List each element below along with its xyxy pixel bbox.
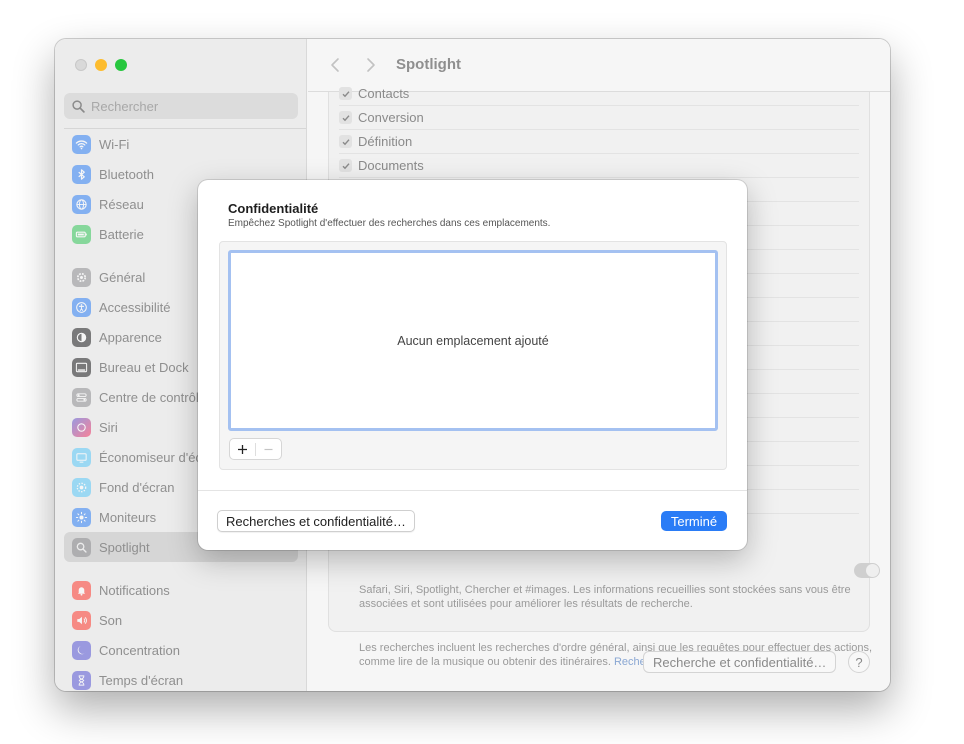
category-label: Documents bbox=[358, 158, 424, 173]
wallpaper-icon bbox=[72, 477, 91, 497]
dock-icon bbox=[72, 357, 91, 377]
close-window-button[interactable] bbox=[75, 59, 87, 71]
sidebar-item-label: Apparence bbox=[99, 329, 162, 345]
help-button[interactable]: ? bbox=[848, 651, 870, 673]
sidebar-item-label: Bluetooth bbox=[99, 166, 154, 182]
sidebar-item-label: Siri bbox=[99, 419, 118, 435]
empty-list-message: Aucun emplacement ajouté bbox=[397, 333, 549, 348]
siri-icon bbox=[72, 417, 91, 437]
add-location-button[interactable] bbox=[230, 439, 255, 459]
speaker-icon bbox=[72, 610, 91, 630]
screensaver-icon bbox=[72, 447, 91, 467]
suggestions-toggle[interactable] bbox=[854, 563, 880, 578]
checkbox-checked[interactable] bbox=[339, 159, 352, 172]
search-privacy-dialog-button[interactable]: Recherches et confidentialité… bbox=[217, 510, 415, 532]
sidebar-item-focus[interactable]: Concentration bbox=[64, 635, 298, 665]
zoom-window-button[interactable] bbox=[115, 59, 127, 71]
bell-icon bbox=[72, 580, 91, 600]
sidebar-item-label: Général bbox=[99, 269, 146, 285]
hourglass-icon bbox=[72, 670, 91, 690]
sidebar-item-label: Accessibilité bbox=[99, 299, 171, 315]
remove-location-button[interactable] bbox=[256, 439, 281, 459]
add-remove-controls bbox=[229, 438, 282, 460]
display-icon bbox=[72, 507, 91, 527]
globe-icon bbox=[72, 194, 91, 214]
sidebar-item-notifications[interactable]: Notifications bbox=[64, 575, 298, 605]
moon-icon bbox=[72, 640, 91, 660]
sidebar-item-label: Temps d'écran bbox=[99, 672, 184, 688]
sidebar-item-label: Réseau bbox=[99, 196, 144, 212]
excluded-locations-list[interactable]: Aucun emplacement ajouté bbox=[228, 250, 718, 431]
sidebar-item-label: Batterie bbox=[99, 226, 144, 242]
forward-chevron-icon[interactable] bbox=[364, 57, 378, 73]
dialog-subtitle: Empêchez Spotlight d'effectuer des reche… bbox=[228, 218, 551, 229]
search-privacy-button[interactable]: Recherche et confidentialité… bbox=[643, 651, 837, 673]
checkbox-checked[interactable] bbox=[339, 135, 352, 148]
excluded-locations-box: Aucun emplacement ajouté bbox=[219, 241, 727, 470]
minus-icon bbox=[264, 448, 273, 450]
wifi-icon bbox=[72, 134, 91, 154]
category-row-contacts[interactable]: Contacts bbox=[339, 82, 859, 106]
sidebar-item-label: Concentration bbox=[99, 642, 180, 658]
sidebar-item-label: Centre de contrôle bbox=[99, 389, 206, 405]
accessibility-icon bbox=[72, 297, 91, 317]
minimize-window-button[interactable] bbox=[95, 59, 107, 71]
sidebar-item-screen-time[interactable]: Temps d'écran bbox=[64, 665, 298, 691]
done-button[interactable]: Terminé bbox=[661, 511, 727, 531]
search-placeholder: Rechercher bbox=[91, 98, 159, 114]
back-chevron-icon[interactable] bbox=[328, 57, 342, 73]
category-row-definition[interactable]: Définition bbox=[339, 130, 859, 154]
sidebar-item-label: Notifications bbox=[99, 582, 170, 598]
traffic-lights bbox=[75, 59, 127, 71]
category-label: Définition bbox=[358, 134, 413, 149]
search-icon bbox=[72, 99, 85, 113]
plus-icon bbox=[238, 444, 247, 454]
sidebar-item-wifi[interactable]: Wi-Fi bbox=[64, 129, 298, 159]
category-label: Conversion bbox=[358, 110, 424, 125]
sidebar-item-label: Spotlight bbox=[99, 539, 150, 555]
sidebar-search-input[interactable]: Rechercher bbox=[64, 93, 298, 119]
sidebar-item-label: Son bbox=[99, 612, 123, 628]
sidebar-item-label: Moniteurs bbox=[99, 509, 157, 525]
page-title: Spotlight bbox=[396, 56, 461, 73]
sidebar-item-sound[interactable]: Son bbox=[64, 605, 298, 635]
checkbox-checked[interactable] bbox=[339, 111, 352, 124]
dialog-divider bbox=[198, 490, 747, 491]
privacy-dialog: Confidentialité Empêchez Spotlight d'eff… bbox=[198, 180, 747, 550]
sidebar-item-label: Fond d'écran bbox=[99, 479, 175, 495]
checkbox-checked[interactable] bbox=[339, 87, 352, 100]
sidebar-item-label: Wi-Fi bbox=[99, 136, 130, 152]
dialog-title: Confidentialité bbox=[228, 201, 319, 216]
bluetooth-icon bbox=[72, 164, 91, 184]
spotlight-search-icon bbox=[72, 537, 91, 557]
battery-icon bbox=[72, 224, 91, 244]
category-row-conversion[interactable]: Conversion bbox=[339, 106, 859, 130]
sidebar-item-label: Bureau et Dock bbox=[99, 359, 189, 375]
info-paragraph-1: Safari, Siri, Spotlight, Chercher et #im… bbox=[359, 584, 851, 610]
gear-icon bbox=[72, 267, 91, 287]
control-center-icon bbox=[72, 387, 91, 407]
appearance-icon bbox=[72, 327, 91, 347]
category-label: Contacts bbox=[358, 86, 410, 101]
category-row-documents[interactable]: Documents bbox=[339, 154, 859, 178]
